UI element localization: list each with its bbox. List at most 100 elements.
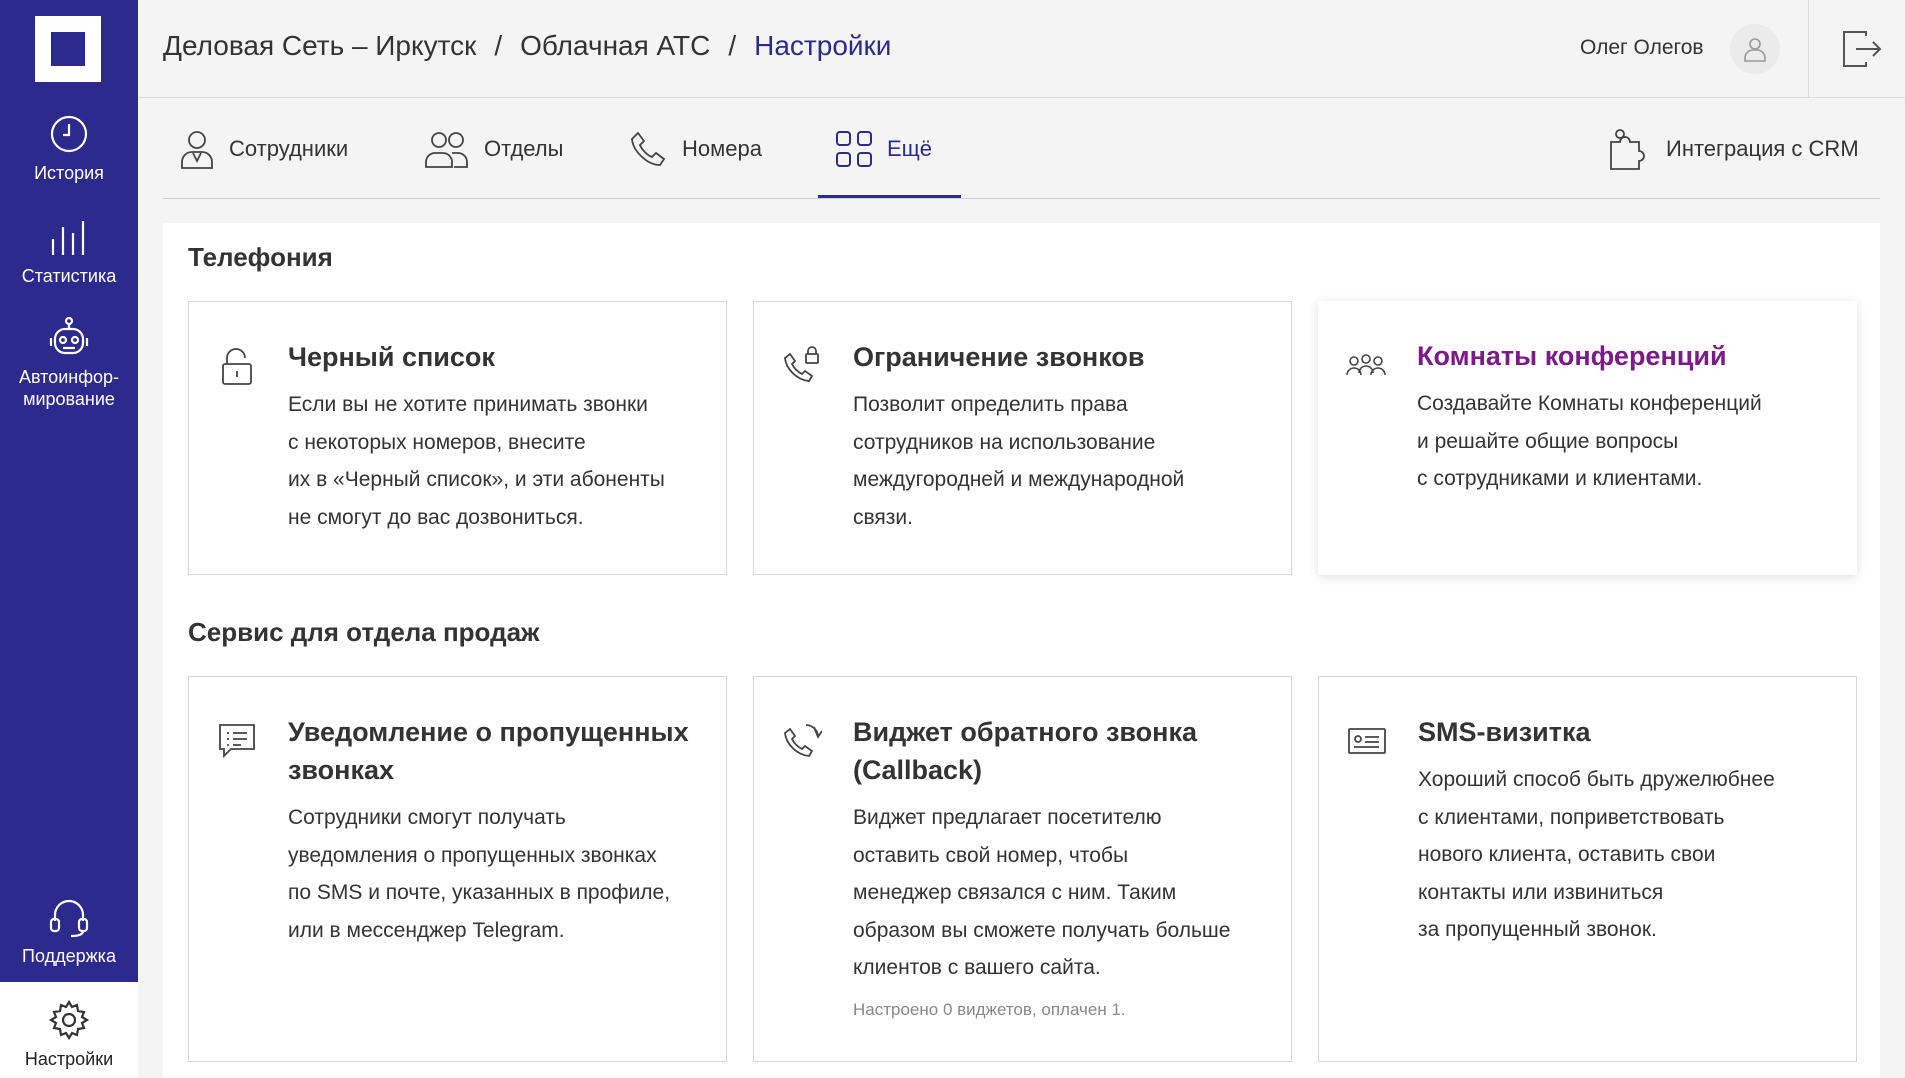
card-description: Виджет предлагает посетителю оставить св…	[853, 799, 1273, 987]
tab-departments[interactable]: Отделы	[424, 126, 563, 172]
card-text-line: или в мессенджер Telegram.	[288, 918, 565, 942]
sidebar-item-statistics[interactable]: Статистика	[0, 215, 138, 287]
logo[interactable]	[35, 16, 101, 82]
sidebar-item-label-line2: мирование	[23, 389, 115, 409]
section-title: Телефония	[188, 242, 333, 272]
card-text-line: с клиентами, поприветствовать	[1418, 805, 1725, 829]
user-icon	[1744, 38, 1766, 62]
card-text-line: с некоторых номеров, внесите	[288, 430, 586, 454]
widget-status-note: Настроено 0 виджетов, оплачен 1.	[853, 1000, 1126, 1019]
tab-label: Номера	[682, 136, 762, 161]
card-text-line: оставить свой номер, чтобы	[853, 843, 1129, 867]
robot-icon	[49, 316, 89, 355]
card-text-line: Виджет предлагает посетителю	[853, 806, 1162, 829]
tab-crm-integration[interactable]: Интеграция с CRM	[1608, 126, 1859, 172]
tab-label: Ещё	[887, 136, 933, 161]
card-missed-call-notification[interactable]: Уведомление о пропущенных звонках Сотруд…	[188, 676, 727, 1062]
conference-icon	[1346, 354, 1386, 376]
sidebar-item-autoinform[interactable]: Автоинфор- мирование	[0, 316, 138, 410]
card-sms-business-card[interactable]: SMS-визитка Хороший способ быть дружелюб…	[1318, 676, 1857, 1062]
tab-employees[interactable]: Сотрудники	[179, 126, 348, 172]
card-description: Сотрудники смогут получать уведомления о…	[288, 799, 708, 949]
card-conference-rooms[interactable]: Комнаты конференций Создавайте Комнаты к…	[1318, 301, 1857, 575]
lock-icon	[222, 348, 252, 385]
card-text-line: менеджер связался с ним. Таким	[853, 881, 1177, 904]
card-description: Если вы не хотите принимать звонки с нек…	[288, 386, 708, 536]
breadcrumb-item-ats[interactable]: Облачная АТС	[520, 30, 710, 61]
card-text-line: нового клиента, оставить свои	[1418, 843, 1716, 866]
card-title: Черный список	[288, 342, 495, 372]
card-title: SMS-визитка	[1418, 717, 1591, 747]
sidebar-item-support[interactable]: Поддержка	[0, 895, 138, 967]
breadcrumb-separator: /	[728, 30, 737, 61]
phone-lock-icon	[784, 346, 819, 382]
headset-icon	[49, 899, 89, 938]
grid-icon	[836, 131, 872, 167]
card-text-line: и решайте общие вопросы	[1417, 429, 1679, 453]
header-divider	[1808, 0, 1809, 98]
sidebar: История Статистика Автоинфор- мирование …	[0, 0, 138, 1078]
card-text-line: Хороший способ быть дружелюбнее	[1418, 768, 1775, 791]
header: Деловая Сеть – Иркутск / Облачная АТС / Наст…	[138, 0, 1905, 98]
tab-numbers[interactable]: Номера	[630, 126, 762, 172]
active-tab-indicator	[818, 195, 961, 198]
card-text-line: сотрудников на использование	[853, 430, 1156, 454]
callback-icon	[784, 724, 822, 757]
breadcrumb-item-company[interactable]: Деловая Сеть – Иркутск	[163, 30, 476, 61]
logout-icon[interactable]	[1840, 28, 1882, 70]
card-text-line: их в «Черный список», и эти абоненты	[288, 468, 665, 491]
sidebar-item-label-line1: Автоинфор-	[18, 367, 120, 387]
sidebar-item-label: Поддержка	[22, 946, 116, 966]
card-text-line: клиентов с вашего сайта.	[853, 956, 1101, 979]
card-description: Хороший способ быть дружелюбнее с клиент…	[1418, 761, 1838, 949]
card-title: Виджет обратного звонка (Callback)	[853, 717, 1197, 785]
section-title: Сервис для отдела продаж	[188, 617, 540, 647]
tab-label: Сотрудники	[229, 136, 349, 161]
card-text-line: не смогут до вас дозвониться.	[288, 505, 584, 529]
card-text-line: за пропущенный звонок.	[1418, 918, 1657, 941]
sidebar-item-label: Статистика	[21, 266, 117, 286]
card-text-line: Создавайте Комнаты конференций	[1417, 392, 1762, 415]
person-icon	[181, 131, 213, 169]
card-text-line: Если вы не хотите принимать звонки	[288, 393, 648, 416]
card-callback-widget[interactable]: Виджет обратного звонка (Callback) Видже…	[753, 676, 1292, 1062]
card-text-line: междугородней и международной	[853, 468, 1185, 491]
breadcrumb-separator: /	[494, 30, 503, 61]
tab-more[interactable]: Ещё	[835, 126, 932, 172]
sidebar-item-label: Настройки	[24, 1049, 114, 1069]
card-description: Создавайте Комнаты конференций и решайте…	[1417, 385, 1837, 498]
phone-icon	[631, 131, 666, 166]
card-icon	[1348, 728, 1386, 754]
avatar[interactable]	[1730, 24, 1780, 74]
card-text-line: Сотрудники смогут получать	[288, 806, 566, 829]
breadcrumb: Деловая Сеть – Иркутск / Облачная АТС / Наст…	[163, 30, 891, 62]
card-title: Комнаты конференций	[1417, 341, 1727, 371]
card-call-restriction[interactable]: Ограничение звонков Позволит определить …	[753, 301, 1292, 575]
sidebar-item-history[interactable]: История	[0, 112, 138, 184]
clock-icon	[50, 115, 88, 153]
sidebar-item-settings[interactable]: Настройки	[0, 982, 138, 1078]
card-text-line: связи.	[853, 505, 913, 529]
gear-icon	[48, 999, 90, 1041]
card-title: Уведомление о пропущенных звонках	[288, 717, 689, 785]
tab-label: Интеграция с CRM	[1666, 136, 1859, 161]
user-name[interactable]: Олег Олегов	[1580, 36, 1704, 60]
card-text-line: с сотрудниками и клиентами.	[1417, 467, 1703, 490]
card-blacklist[interactable]: Черный список Если вы не хотите принимат…	[188, 301, 727, 575]
card-text-line: Позволит определить права	[853, 393, 1128, 416]
sidebar-item-label: История	[34, 163, 104, 183]
bar-chart-icon	[51, 221, 85, 255]
card-description: Позволит определить права сотрудников на…	[853, 386, 1273, 536]
card-title: Ограничение звонков	[853, 342, 1145, 372]
tab-label: Отделы	[484, 136, 564, 161]
settings-panel: Телефония Черный список Если вы не хотит…	[163, 223, 1880, 1078]
card-text-line: образом вы сможете получать больше	[853, 918, 1231, 942]
message-icon	[219, 724, 255, 759]
group-icon	[425, 132, 468, 168]
page-title: Настройки	[754, 30, 892, 61]
puzzle-icon	[1610, 129, 1645, 170]
card-text-line: контакты или извиниться	[1418, 880, 1664, 904]
card-text-line: уведомления о пропущенных звонках	[288, 843, 657, 867]
card-text-line: по SMS и почте, указанных в профиле,	[288, 881, 671, 904]
tab-bar: Сотрудники Отделы Номера Ещё Интеграция …	[163, 98, 1880, 199]
